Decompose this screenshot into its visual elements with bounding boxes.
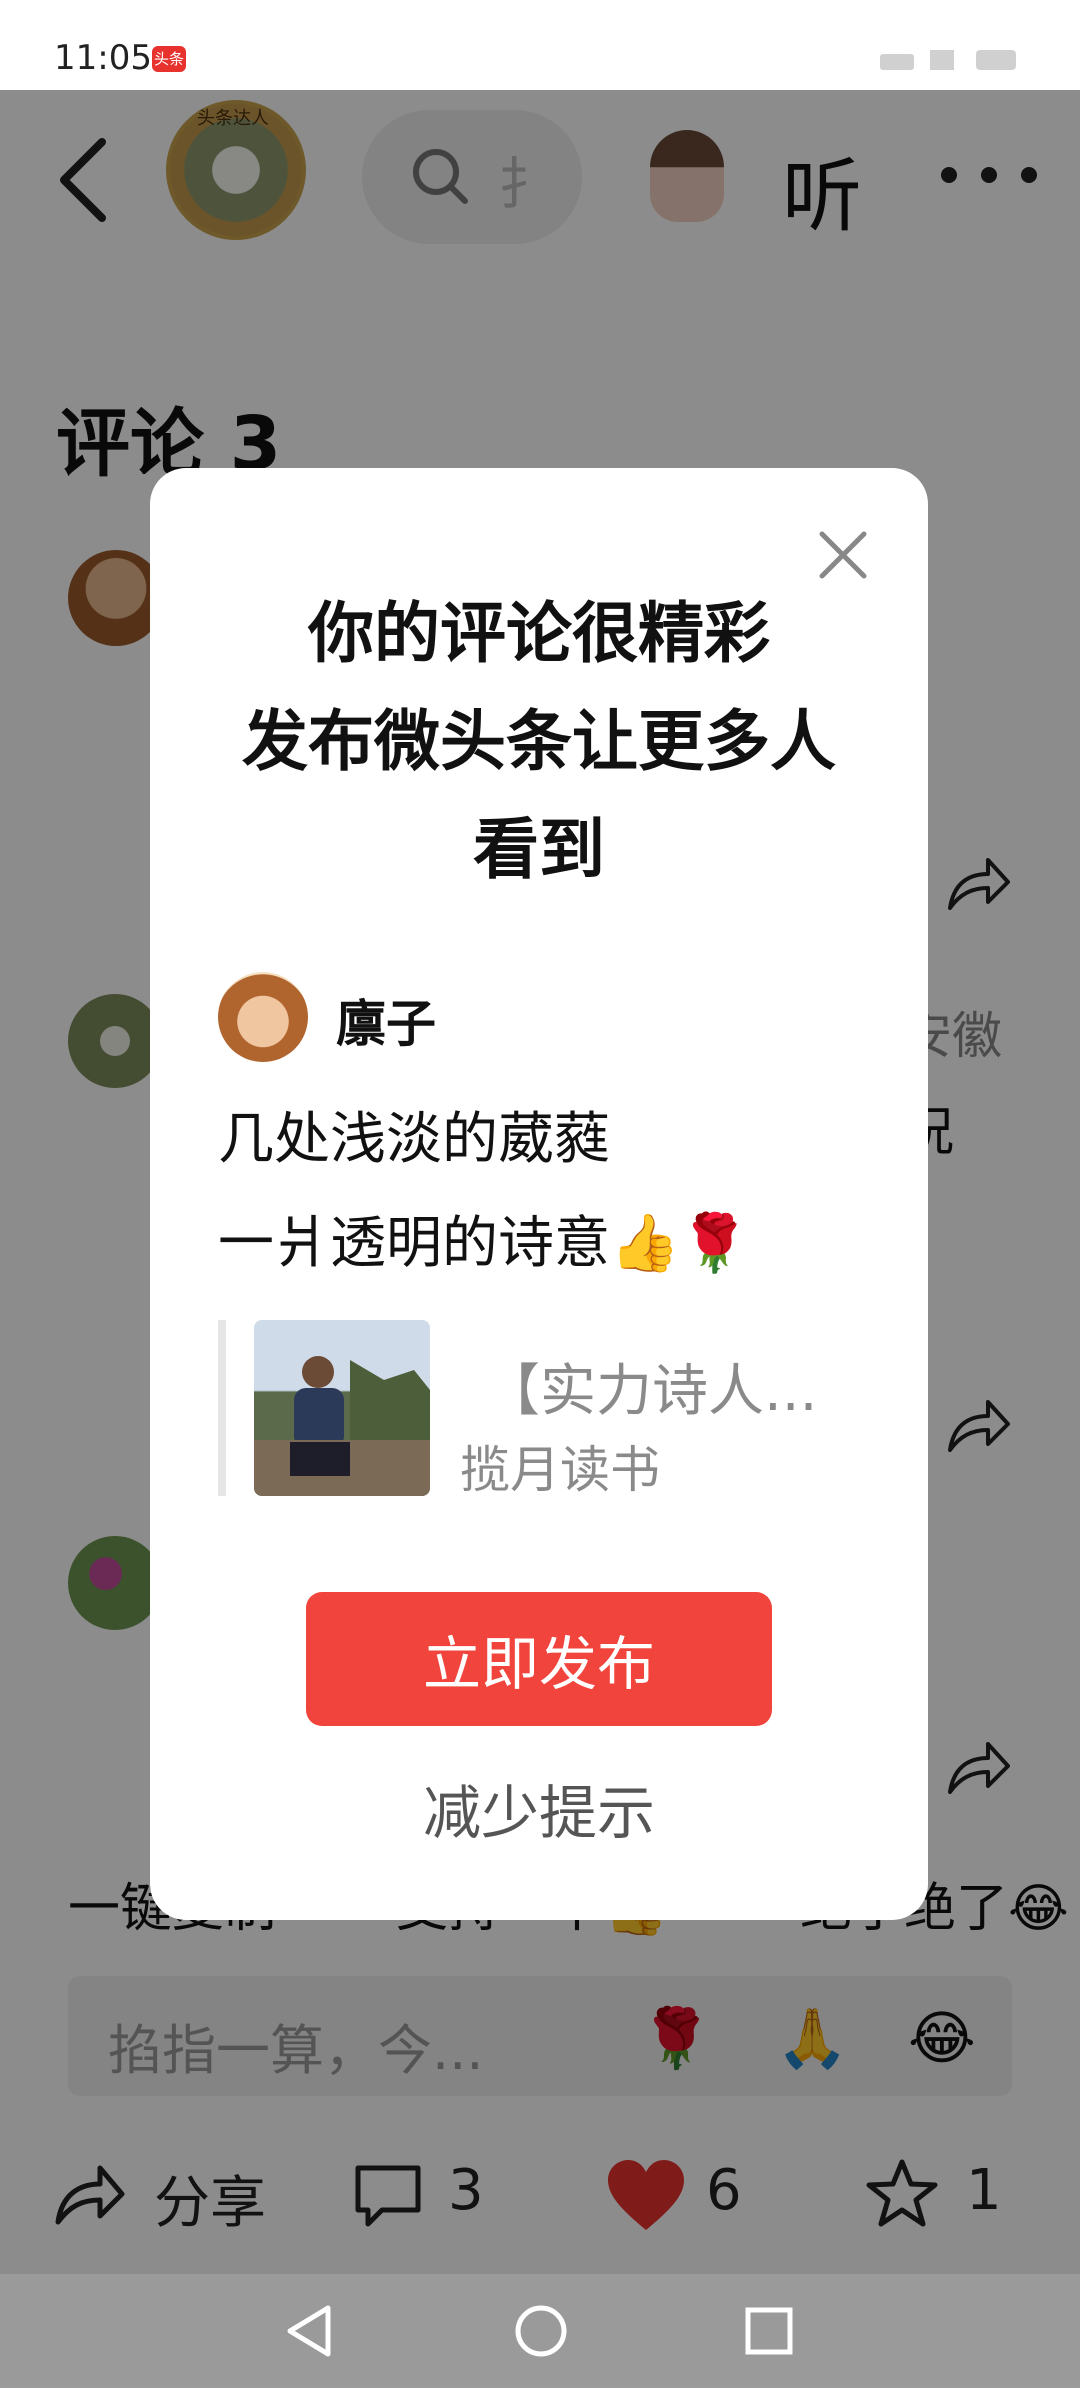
person-photo-icon [254, 1320, 430, 1496]
dialog-title-line: 发布微头条让更多人 [242, 703, 836, 780]
article-source: 揽月读书 [460, 1441, 660, 1499]
status-bar: 11:05 头条 [0, 0, 1080, 90]
user-name: 廪子 [336, 995, 436, 1053]
dialog-title: 你的评论很精彩 发布微头条让更多人 看到 [150, 580, 928, 904]
user-avatar [218, 972, 308, 1062]
nav-back-icon[interactable] [284, 2304, 334, 2358]
article-title: 【实力诗人... [484, 1359, 818, 1424]
dialog-title-line: 看到 [473, 811, 605, 888]
reduce-hints-button[interactable]: 减少提示 [150, 1766, 928, 1850]
publish-button[interactable]: 立即发布 [306, 1592, 772, 1726]
quote-divider [218, 1320, 226, 1496]
system-status-icons [880, 50, 1016, 70]
system-nav-bar [0, 2274, 1080, 2388]
nav-recents-icon[interactable] [744, 2306, 794, 2356]
article-thumbnail [254, 1320, 430, 1496]
comment-text-line: 一爿透明的诗意👍🌹 [218, 1211, 750, 1276]
dialog-title-line: 你的评论很精彩 [308, 595, 770, 672]
comment-text-line: 几处浅淡的葳蕤 [218, 1107, 610, 1172]
nav-home-icon[interactable] [514, 2304, 568, 2358]
toutiao-badge-icon: 头条 [152, 46, 186, 72]
status-time: 11:05 [54, 38, 152, 78]
